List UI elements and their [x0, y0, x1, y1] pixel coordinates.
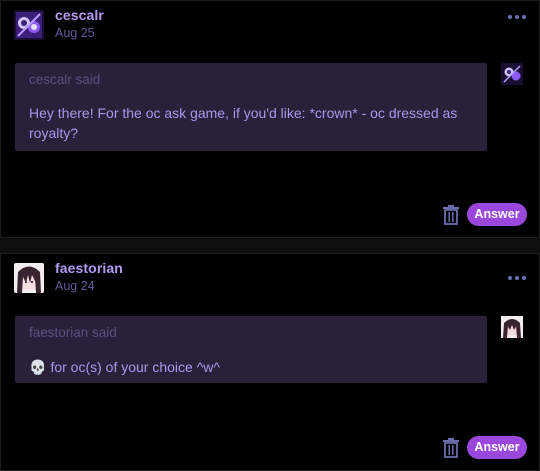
ask-post-card: faestorian Aug 24 faestorian said 💀 for o…	[0, 253, 540, 471]
more-options-icon[interactable]	[508, 275, 526, 281]
post-divider	[0, 238, 540, 253]
question-text: 💀 for oc(s) of your choice ^w^	[29, 357, 477, 377]
delete-trash-icon[interactable]	[442, 205, 460, 225]
asker-avatar-icon[interactable]	[501, 63, 523, 85]
more-options-icon[interactable]	[508, 14, 526, 20]
question-bubble: cescalr said Hey there! For the oc ask g…	[15, 63, 487, 151]
post-date: Aug 25	[55, 26, 95, 40]
answer-button[interactable]: Answer	[467, 203, 527, 226]
delete-trash-icon[interactable]	[442, 438, 460, 458]
asker-avatar-icon[interactable]	[501, 316, 523, 338]
answer-button[interactable]: Answer	[467, 436, 527, 459]
user-avatar-icon[interactable]	[14, 263, 44, 293]
asker-said-label: cescalr said	[29, 72, 101, 87]
question-body: for oc(s) of your choice ^w^	[50, 359, 220, 375]
ask-post-card: cescalr Aug 25 cescalr said Hey there! F…	[0, 0, 540, 238]
user-avatar-icon[interactable]	[14, 10, 44, 40]
skull-icon: 💀	[29, 359, 47, 375]
username[interactable]: cescalr	[55, 7, 104, 23]
post-date: Aug 24	[55, 279, 95, 293]
question-text: Hey there! For the oc ask game, if you'd…	[29, 105, 458, 141]
question-bubble: faestorian said 💀 for oc(s) of your choic…	[15, 316, 487, 383]
username[interactable]: faestorian	[55, 260, 123, 276]
asker-said-label: faestorian said	[29, 325, 117, 340]
